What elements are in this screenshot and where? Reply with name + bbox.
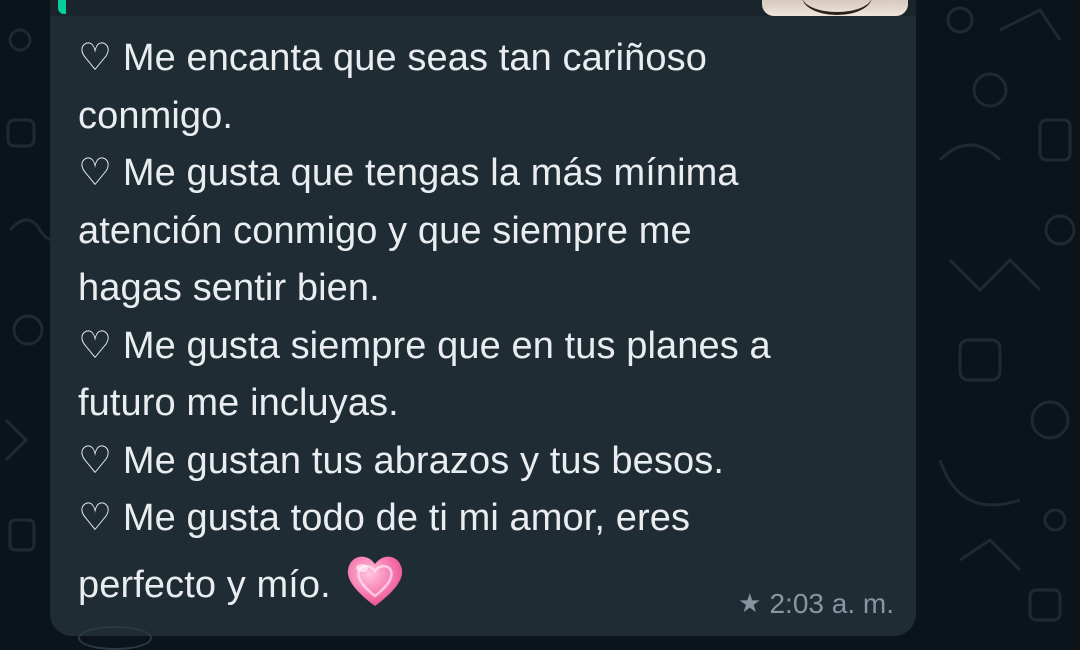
message-line: ♡ Me gusta que tengas la más mínima bbox=[78, 152, 739, 194]
growing-heart-emoji-icon bbox=[347, 557, 402, 607]
message-line: ♡ Me gusta todo de ti mi amor, eres bbox=[78, 497, 691, 539]
message-line: hagas sentir bien. bbox=[78, 267, 380, 309]
star-icon: ★ bbox=[738, 589, 762, 619]
message-timestamp: 2:03 a. m. bbox=[769, 588, 894, 619]
message-line: conmigo. bbox=[78, 94, 233, 137]
message-line: ♡ Me gusta siempre que en tus planes a bbox=[78, 324, 771, 367]
message-meta: ★ 2:03 a. m. bbox=[738, 588, 894, 620]
next-message-avatar[interactable] bbox=[78, 626, 152, 650]
quoted-message-accent-bar bbox=[58, 0, 66, 14]
message-line: perfecto y mío. bbox=[78, 563, 331, 606]
message-line: atención conmigo y que siempre me bbox=[78, 209, 692, 252]
message-text: ♡ Me encanta que seas tan cariñoso conmi… bbox=[78, 30, 898, 622]
message-line: ♡ Me gustan tus abrazos y tus besos. bbox=[78, 439, 724, 482]
quoted-message-thumbnail[interactable] bbox=[762, 0, 908, 16]
message-line: ♡ Me encanta que seas tan cariñoso bbox=[78, 37, 707, 79]
message-line: futuro me incluyas. bbox=[78, 382, 399, 424]
